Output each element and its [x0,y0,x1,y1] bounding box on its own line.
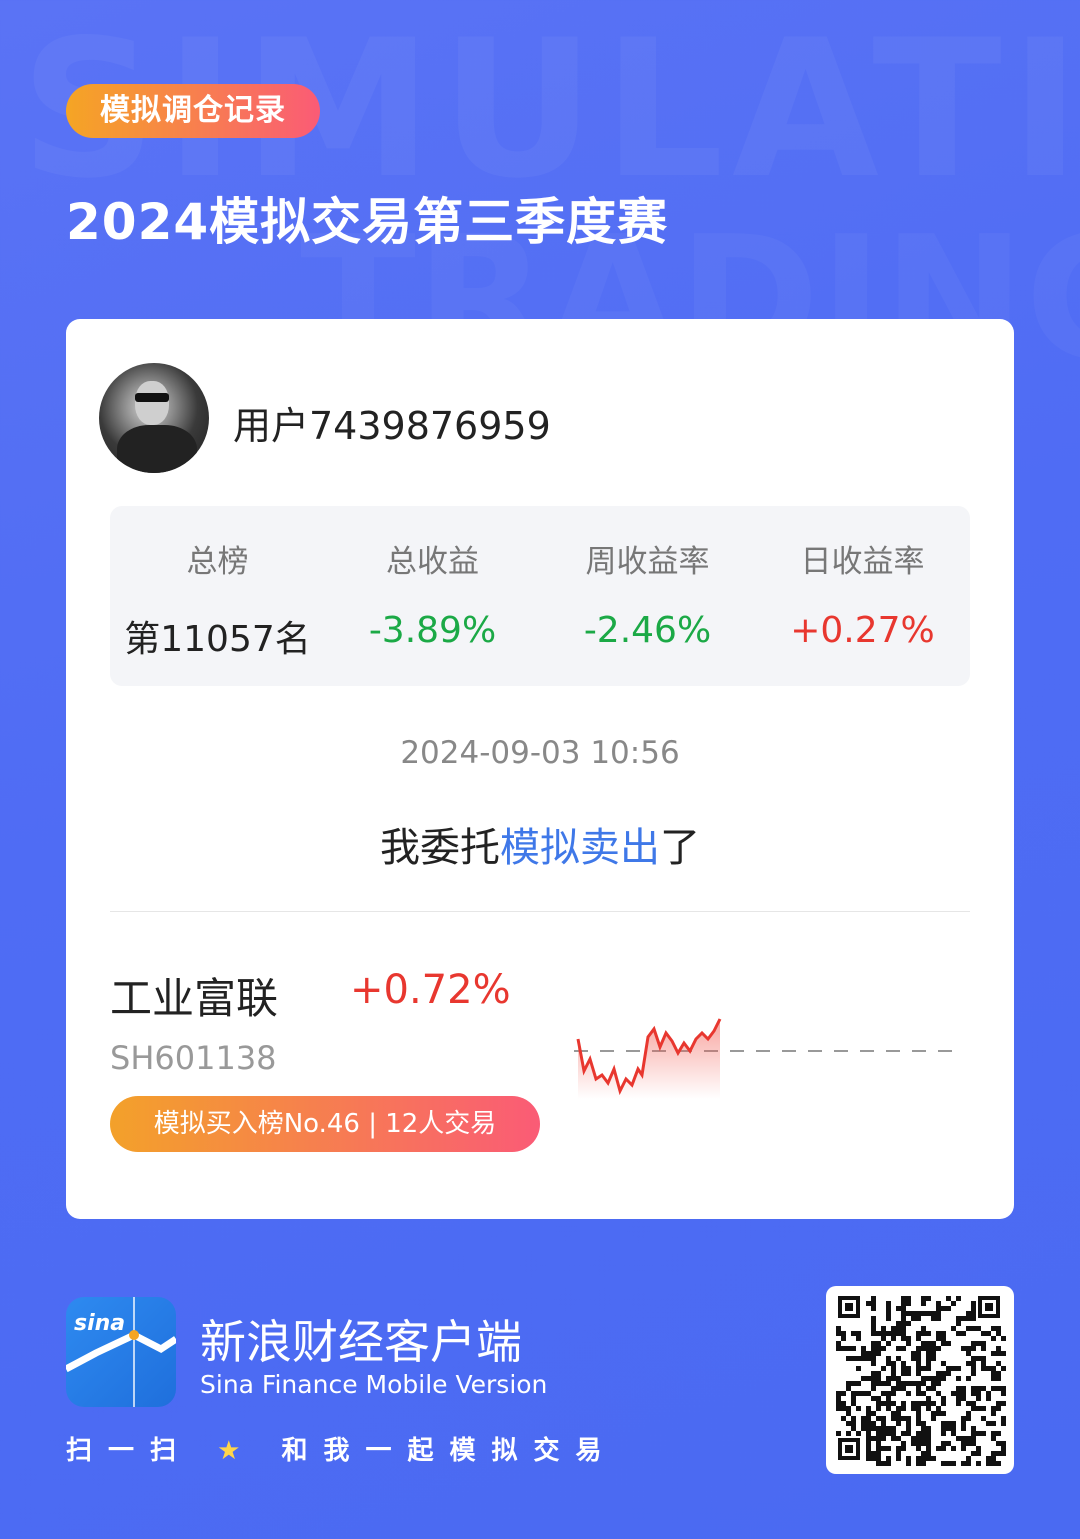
trade-card: 用户7439876959 总榜 第11057名 总收益 -3.89% 周收益率 … [66,319,1014,1219]
scan-suffix: 和我一起模拟交易 [281,1436,618,1466]
intraday-sparkline [574,1018,964,1099]
stat-value: -3.89% [368,610,497,651]
rank-badge[interactable]: 模拟买入榜No.46 | 12人交易 [110,1096,540,1152]
trade-datetime: 2024-09-03 10:56 [400,735,680,771]
stat-label: 总收益 [386,544,479,580]
action-prefix: 我委托 [380,825,500,871]
action-highlight: 模拟卖出 [500,825,660,871]
stock-change: +0.72% [350,967,511,1013]
action-suffix: 了 [660,825,700,871]
sina-finance-logo: sina [66,1297,176,1407]
qr-modules [836,1296,1006,1466]
star-icon: ★ [217,1436,257,1466]
stat-label: 总榜 [186,544,249,580]
avatar[interactable] [99,363,209,473]
divider [110,911,970,912]
stat-value: +0.27% [790,610,935,651]
trade-action: 我委托模拟卖出了 [66,815,1014,873]
qr-code-image [836,1296,1006,1466]
scan-invite: 扫一扫 ★ 和我一起模拟交易 [66,1430,617,1467]
app-name: 新浪财经客户端 [200,1315,522,1369]
record-tag: 模拟调仓记录 [66,84,320,138]
stats-panel: 总榜 第11057名 总收益 -3.89% 周收益率 -2.46% 日收益率 +… [110,506,970,686]
stock-code: SH601138 [110,1039,277,1077]
page-title: 2024模拟交易第三季度赛 [66,193,669,251]
stat-value: -2.46% [583,610,712,651]
sparkline-area [578,1019,720,1099]
logo-chart-icon [66,1297,176,1407]
stat-label: 日收益率 [800,544,925,580]
stat-value: 第11057名 [124,619,311,660]
stock-name[interactable]: 工业富联 [110,965,278,1026]
app-subtitle: Sina Finance Mobile Version [200,1370,548,1399]
qr-code[interactable] [826,1286,1014,1474]
stat-label: 周收益率 [585,544,710,580]
username: 用户7439876959 [233,404,551,448]
scan-prefix: 扫一扫 [66,1436,193,1466]
